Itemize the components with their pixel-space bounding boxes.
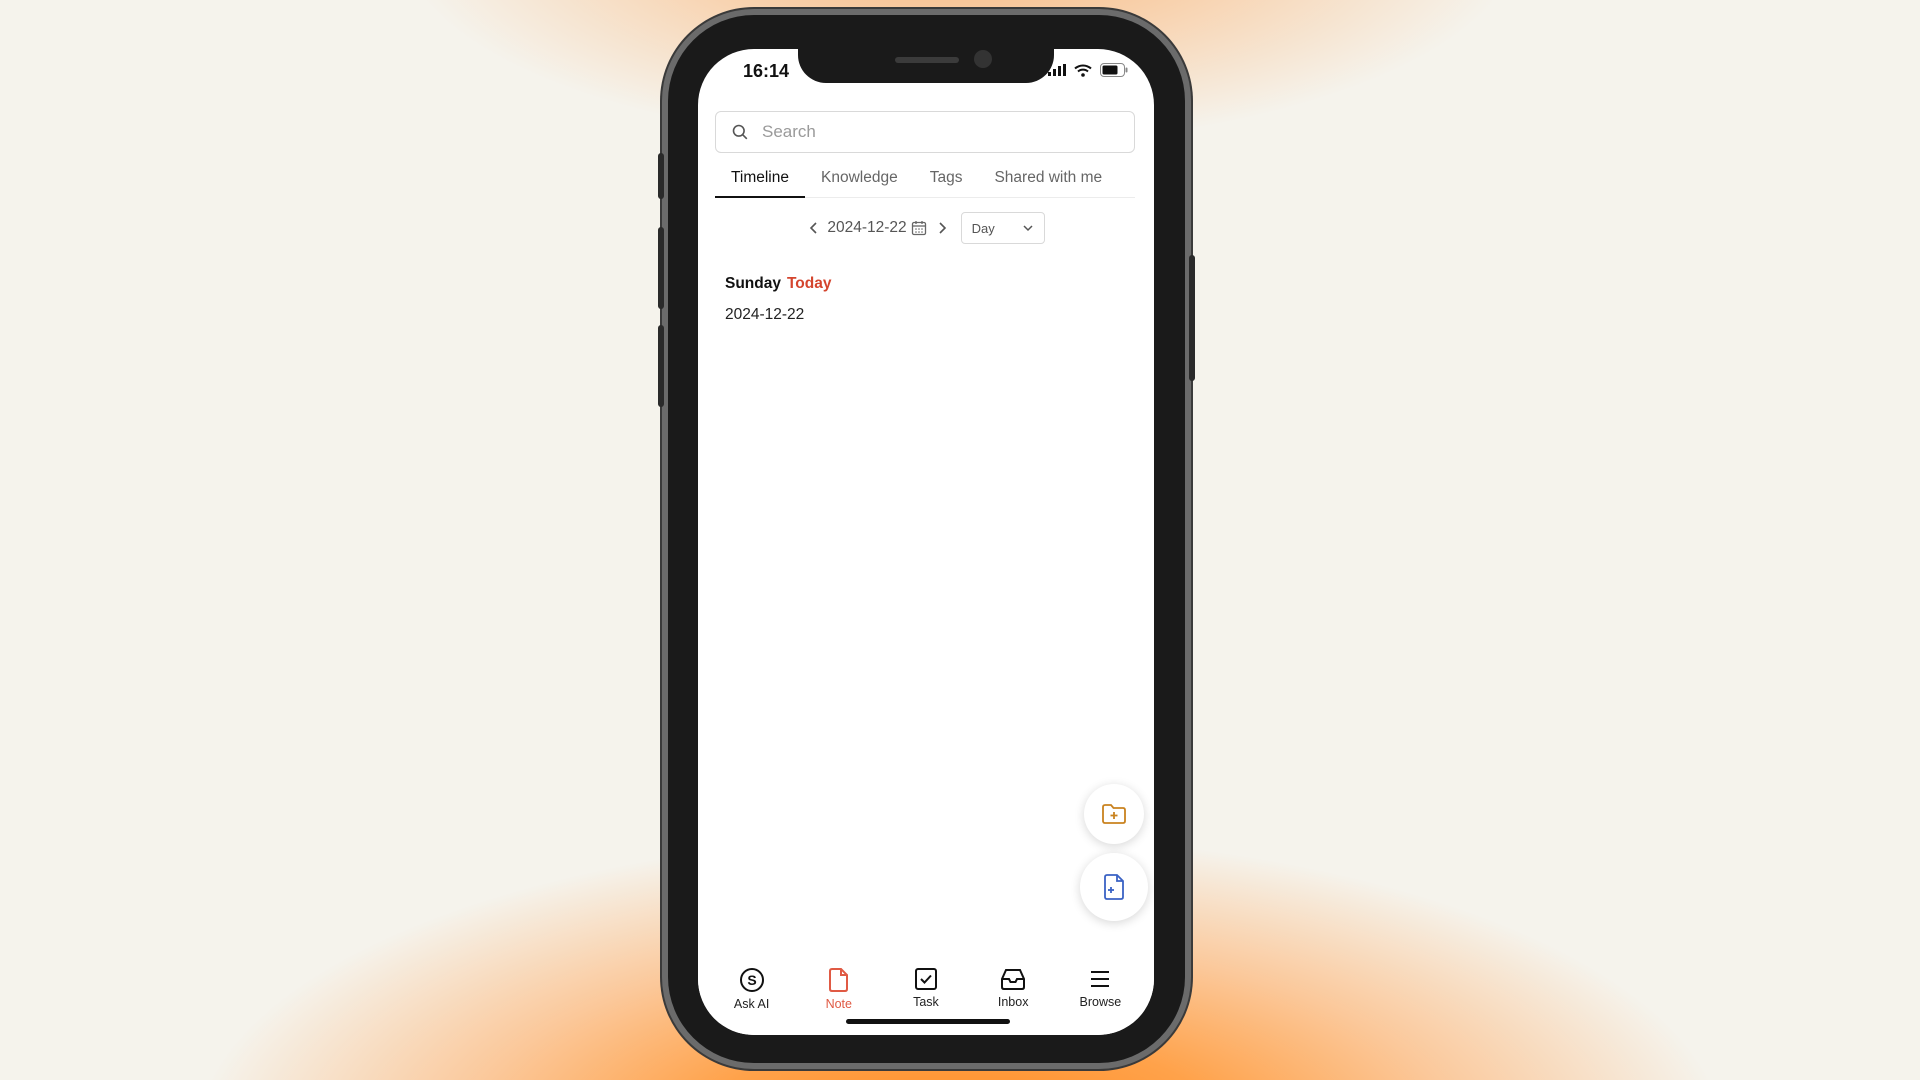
- today-label: Today: [786, 275, 832, 292]
- nav-inbox-label: Inbox: [997, 995, 1029, 1009]
- app-screen: 16:14 Timeline: [698, 49, 1154, 1035]
- nav-note-label: Note: [825, 997, 852, 1011]
- view-mode-select[interactable]: Day: [960, 212, 1045, 244]
- svg-text:S: S: [747, 972, 756, 988]
- battery-icon: [1100, 63, 1128, 77]
- notch: [798, 49, 1054, 83]
- search-icon: [732, 124, 748, 140]
- speaker: [895, 57, 959, 63]
- chevron-down-icon: [1023, 225, 1033, 232]
- home-indicator[interactable]: [846, 1019, 1010, 1024]
- note-icon: [828, 968, 848, 992]
- search-bar[interactable]: [715, 111, 1135, 153]
- status-time: 16:14: [743, 61, 790, 81]
- search-input[interactable]: [760, 121, 1104, 143]
- nav-ask-ai-label: Ask AI: [733, 997, 770, 1011]
- phone-side-button: [658, 153, 664, 199]
- date-navigation: 2024-12-22 Day: [698, 211, 1154, 245]
- browse-icon: [1091, 971, 1110, 987]
- view-mode-value: Day: [971, 220, 995, 236]
- new-note-button[interactable]: [1080, 853, 1148, 921]
- phone-frame: 16:14 Timeline: [658, 15, 1195, 1063]
- signal-icon: [1048, 64, 1066, 76]
- tab-tags[interactable]: Tags: [914, 167, 979, 196]
- task-icon: [914, 968, 937, 990]
- tabs-bar: Timeline Knowledge Tags Shared with me: [715, 167, 1135, 198]
- chevron-left-icon[interactable]: [807, 221, 821, 235]
- wifi-icon: [1074, 64, 1092, 77]
- day-date: 2024-12-22: [725, 306, 805, 323]
- current-date[interactable]: 2024-12-22: [827, 219, 906, 237]
- tab-timeline[interactable]: Timeline: [715, 167, 805, 198]
- inbox-icon: [1001, 969, 1026, 990]
- chevron-right-icon[interactable]: [931, 221, 951, 235]
- nav-ask-ai[interactable]: S Ask AI: [712, 949, 792, 1035]
- day-heading: Sunday Today: [725, 275, 831, 293]
- tab-shared-with-me[interactable]: Shared with me: [978, 167, 1118, 196]
- calendar-icon[interactable]: [911, 220, 927, 236]
- status-icons: [1048, 63, 1128, 77]
- tab-knowledge[interactable]: Knowledge: [805, 167, 914, 196]
- nav-browse-label: Browse: [1079, 995, 1122, 1009]
- phone-volume-up-button: [658, 227, 664, 309]
- nav-task-label: Task: [913, 995, 939, 1009]
- front-camera: [974, 50, 992, 68]
- phone-power-button: [1189, 255, 1195, 381]
- ask-ai-icon: S: [739, 968, 764, 992]
- new-folder-button[interactable]: [1084, 784, 1144, 844]
- folder-plus-icon: [1102, 804, 1126, 824]
- nav-browse[interactable]: Browse: [1060, 949, 1140, 1035]
- file-plus-icon: [1104, 874, 1124, 900]
- phone-volume-down-button: [658, 325, 664, 407]
- weekday-label: Sunday: [725, 275, 781, 292]
